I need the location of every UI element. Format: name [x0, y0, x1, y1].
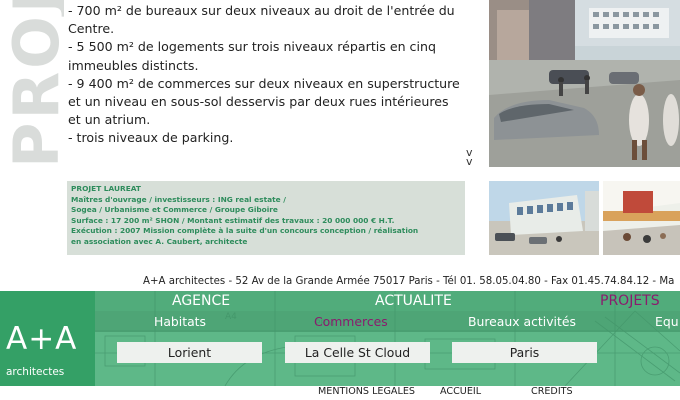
logo[interactable]: A+A architectes — [0, 291, 95, 386]
project-thumbnail[interactable] — [603, 181, 680, 255]
description-line: et un niveau en sous-sol desservis par d… — [68, 94, 449, 110]
project-info-box: PROJET LAUREAT Maîtres d'ouvrage / inves… — [67, 181, 465, 255]
laureat-title: PROJET LAUREAT — [71, 184, 141, 193]
nav-agence[interactable]: AGENCE — [172, 293, 230, 309]
description-line: - trois niveaux de parking. — [68, 130, 234, 146]
subnav-equipements[interactable]: Equ — [655, 314, 679, 329]
nav-projets[interactable]: PROJETS — [600, 293, 660, 309]
description-line: - 9 400 m² de commerces sur deux niveaux… — [68, 75, 460, 91]
project-rendering-photo — [489, 0, 680, 167]
navigation-panel: A4PR.4 A+A architectes AGENCE ACTUALITE … — [0, 291, 680, 386]
project-description: - 700 m² de bureaux sur deux niveaux au … — [68, 2, 468, 148]
footer-accueil[interactable]: ACCUEIL — [440, 386, 481, 397]
footer: MENTIONS LEGALES ACCUEIL CREDITS — [0, 386, 680, 400]
laureat-line: Maîtres d'ouvrage / investisseurs : ING … — [71, 194, 286, 204]
subnav-commerces[interactable]: Commerces — [314, 314, 388, 329]
laureat-line: Exécution : 2007 Mission complète à la s… — [71, 226, 419, 236]
laureat-line: Sogea / Urbanisme et Commerce / Groupe G… — [71, 205, 278, 215]
project-tab-paris[interactable]: Paris — [452, 342, 597, 363]
scroll-down-icon[interactable]: v v — [466, 147, 473, 167]
project-thumbnail[interactable] — [489, 181, 599, 255]
subnav-bureaux-activites[interactable]: Bureaux activités — [468, 314, 576, 329]
section-watermark: PROJETS — [0, 0, 64, 165]
laureat-line: Surface : 17 200 m² SHON / Montant estim… — [71, 215, 395, 225]
project-tab-lorient[interactable]: Lorient — [117, 342, 262, 363]
project-tab-la-celle-st-cloud[interactable]: La Celle St Cloud — [285, 342, 430, 363]
footer-mentions-legales[interactable]: MENTIONS LEGALES — [318, 386, 415, 397]
description-line: et un atrium. — [68, 112, 151, 128]
description-line: immeubles distincts. — [68, 57, 199, 73]
nav-actualite[interactable]: ACTUALITE — [375, 293, 452, 309]
description-line: - 700 m² de bureaux sur deux niveaux au … — [68, 3, 455, 18]
logo-mark: A+A — [6, 321, 78, 357]
description-line: - 5 500 m² de logements sur trois niveau… — [68, 39, 436, 55]
laureat-line: en association avec A. Caubert, architec… — [71, 236, 248, 246]
description-line: Centre. — [68, 21, 115, 37]
footer-credits[interactable]: CREDITS — [531, 386, 573, 397]
subnav-habitats[interactable]: Habitats — [154, 314, 206, 329]
logo-wordmark: architectes — [6, 366, 65, 378]
